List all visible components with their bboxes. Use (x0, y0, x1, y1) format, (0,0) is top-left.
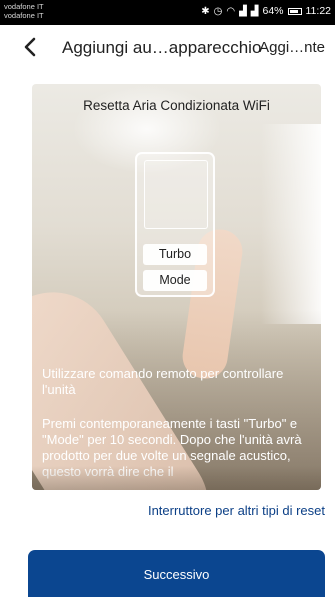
back-button[interactable] (20, 35, 40, 59)
scroll-fade (32, 466, 321, 490)
status-icons: ✱ ◷ ◠ ▟ ▟ 64% 11:22 (201, 5, 331, 17)
page-title: Aggiungi au…apparecchio (62, 38, 262, 57)
status-bar: vodafone IT vodafone IT ✱ ◷ ◠ ▟ ▟ 64% 11… (0, 0, 335, 25)
carrier-2: vodafone IT (4, 11, 44, 20)
remote-screen (144, 160, 208, 229)
clock: 11:22 (305, 5, 332, 17)
other-reset-link[interactable]: Interruttore per altri tipi di reset (148, 503, 325, 518)
remote-turbo-button: Turbo (143, 244, 207, 265)
instruction-1: Utilizzare comando remoto per controllar… (42, 366, 284, 397)
next-button[interactable]: Successivo (28, 550, 325, 597)
header-action-button[interactable]: Aggi…nte (259, 39, 325, 56)
card-title: Resetta Aria Condizionata WiFi (83, 98, 270, 113)
chevron-left-icon (24, 37, 36, 57)
alarm-icon: ◷ (213, 5, 223, 17)
signal-icon-2: ▟ (250, 5, 259, 17)
battery-icon (287, 7, 302, 15)
wifi-icon: ◠ (226, 5, 236, 17)
background-window (261, 124, 321, 324)
battery-percent: 64% (262, 5, 284, 17)
bluetooth-icon: ✱ (201, 5, 210, 17)
carrier-1: vodafone IT (4, 2, 44, 11)
remote-mode-button: Mode (143, 270, 207, 291)
app-header: Aggiungi au…apparecchio Aggi…nte (0, 25, 335, 71)
signal-icon: ▟ (239, 5, 247, 17)
instruction-card: Resetta Aria Condizionata WiFi Turbo Mod… (32, 84, 321, 490)
remote-control-illustration: Turbo Mode (135, 152, 215, 297)
carrier-info: vodafone IT vodafone IT (4, 2, 44, 20)
